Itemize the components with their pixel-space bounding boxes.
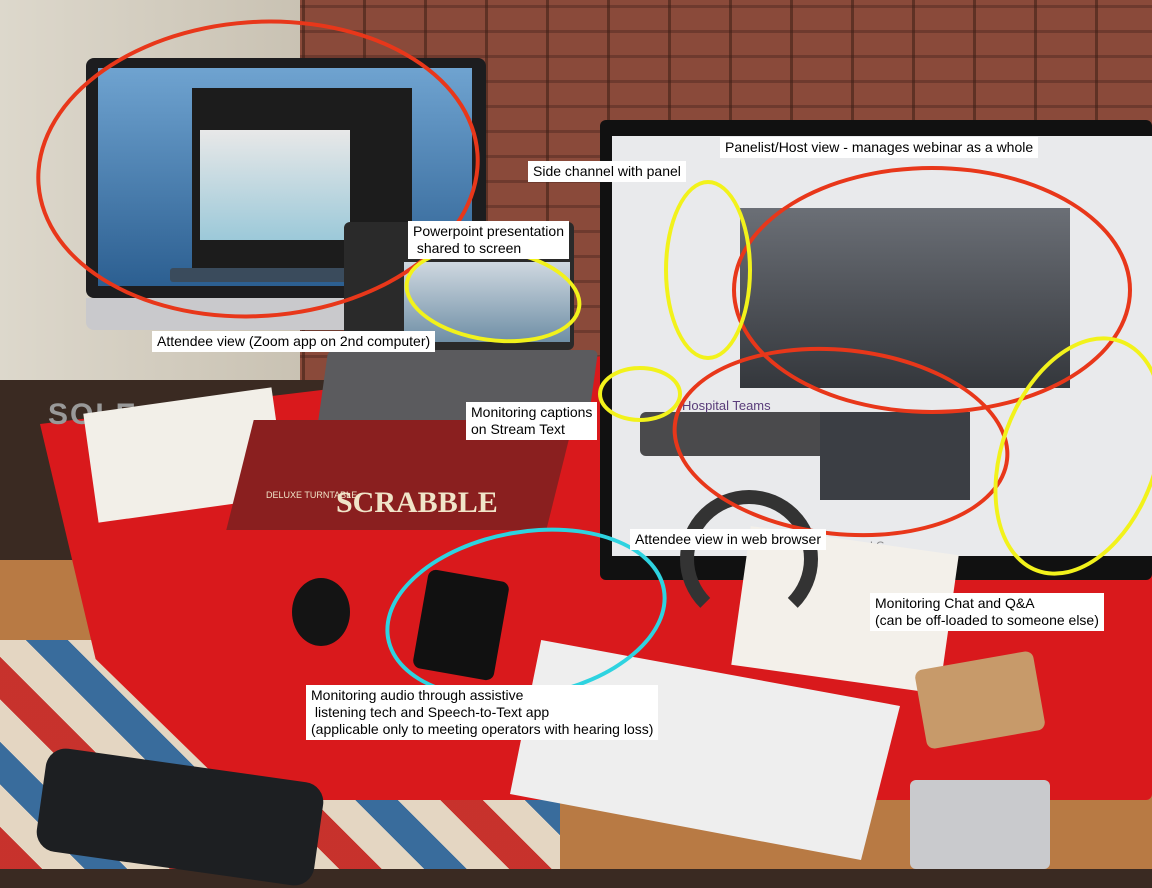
label-attendee-browser: Attendee view in web browser xyxy=(630,529,826,550)
label-monitoring-chat: Monitoring Chat and Q&A (can be off-load… xyxy=(870,593,1104,631)
label-monitoring-captions: Monitoring captions on Stream Text xyxy=(466,402,598,440)
scrabble-logo: SCRABBLE xyxy=(336,486,498,519)
label-attendee-zoom: Attendee view (Zoom app on 2nd computer) xyxy=(152,331,436,352)
label-panelist-host: Panelist/Host view - manages webinar as … xyxy=(720,137,1039,158)
scrabble-edition: DELUXE TURNTABLE xyxy=(266,490,358,500)
captions-circle xyxy=(598,366,682,422)
label-monitoring-audio: Monitoring audio through assistive liste… xyxy=(306,685,659,740)
mouse xyxy=(292,578,350,646)
trackpad xyxy=(910,780,1050,869)
label-powerpoint: Powerpoint presentation shared to screen xyxy=(408,221,569,259)
side-channel-circle xyxy=(664,180,752,360)
label-side-channel: Side channel with panel xyxy=(528,161,686,182)
